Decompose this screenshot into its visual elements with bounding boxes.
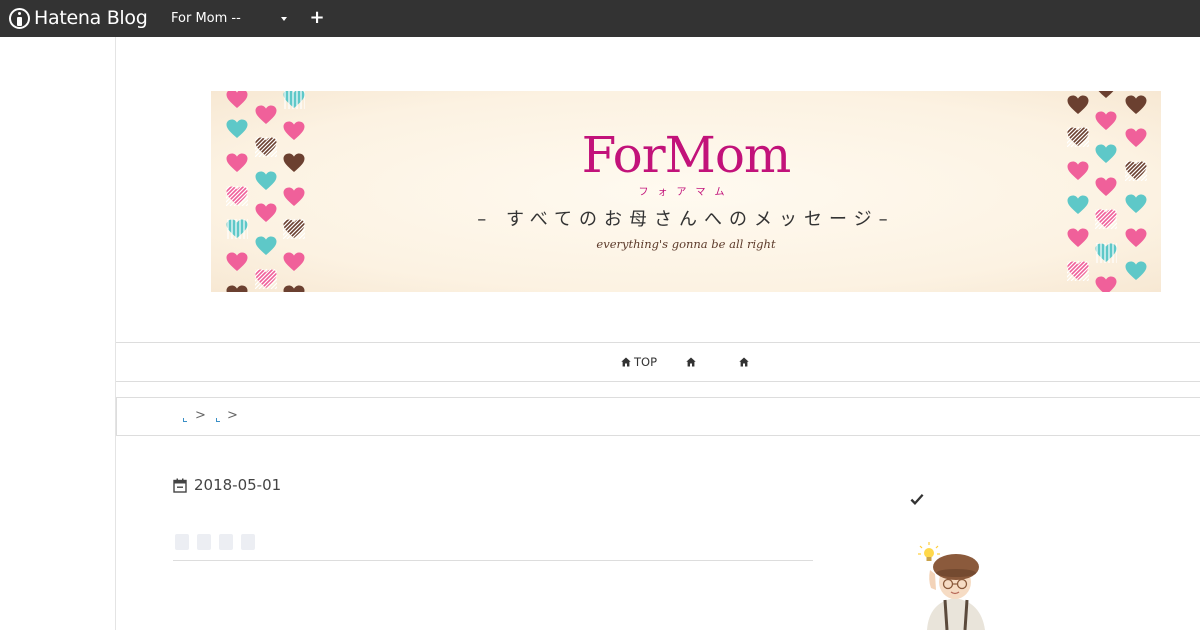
blog-header-banner[interactable]: ForMom フォアマム – すべてのお母さんへのメッセージ– everythi… xyxy=(211,91,1161,292)
chevron-down-icon xyxy=(281,17,287,21)
left-gutter xyxy=(0,37,116,630)
home-icon xyxy=(686,357,696,367)
breadcrumb-separator: > xyxy=(195,408,206,423)
check-icon xyxy=(910,494,924,505)
title-glyph-placeholder xyxy=(175,534,189,550)
heart-icon xyxy=(283,285,305,292)
banner-tagline: everything's gonna be all right xyxy=(596,237,776,251)
banner-title: ForMom xyxy=(581,126,792,184)
hatena-topbar: Hatena Blog For Mom -- + xyxy=(0,0,1200,37)
blog-selector-value: For Mom -- xyxy=(171,11,241,26)
global-nav: TOP xyxy=(116,342,1200,382)
profile-child-photo[interactable] xyxy=(905,536,1005,630)
plus-icon: + xyxy=(309,7,325,28)
entry-date[interactable]: 2018-05-01 xyxy=(173,476,281,494)
nav-item-3[interactable] xyxy=(739,355,752,369)
entry-date-text: 2018-05-01 xyxy=(194,476,282,494)
home-icon xyxy=(739,357,749,367)
breadcrumb-link[interactable] xyxy=(183,418,187,422)
entry-title[interactable] xyxy=(175,534,255,550)
add-blog-button[interactable]: + xyxy=(309,9,325,27)
title-glyph-placeholder xyxy=(241,534,255,550)
heart-icon xyxy=(1125,95,1147,115)
blog-selector[interactable]: For Mom -- xyxy=(165,9,290,29)
hatena-blog-icon xyxy=(9,7,30,29)
heart-icon xyxy=(226,252,248,272)
title-glyph-placeholder xyxy=(197,534,211,550)
heart-icon xyxy=(283,91,305,109)
nav-item-2[interactable] xyxy=(686,355,699,369)
nav-item-top[interactable]: TOP xyxy=(621,355,657,369)
heart-icon xyxy=(1125,261,1147,281)
home-icon xyxy=(621,357,631,367)
breadcrumb-separator: > xyxy=(227,408,238,423)
heart-icon xyxy=(1095,91,1117,99)
heart-icon xyxy=(226,91,248,109)
heart-icon xyxy=(255,105,277,125)
logo-text: Hatena Blog xyxy=(34,7,148,29)
breadcrumb: > > xyxy=(116,397,1200,436)
title-divider xyxy=(173,560,813,561)
heart-icon xyxy=(283,252,305,272)
title-glyph-placeholder xyxy=(219,534,233,550)
breadcrumb-link[interactable] xyxy=(216,418,220,422)
heart-icon xyxy=(226,285,248,292)
nav-item-label: TOP xyxy=(634,355,658,369)
heart-icon xyxy=(1095,276,1117,292)
hatena-blog-logo[interactable]: Hatena Blog xyxy=(9,6,148,30)
heart-icon xyxy=(1067,261,1089,281)
calendar-icon xyxy=(173,478,187,493)
banner-kana: フォアマム xyxy=(638,187,734,198)
heart-icon xyxy=(1067,95,1089,115)
heart-icon xyxy=(255,269,277,289)
banner-subtitle: – すべてのお母さんへのメッセージ– xyxy=(477,209,895,230)
